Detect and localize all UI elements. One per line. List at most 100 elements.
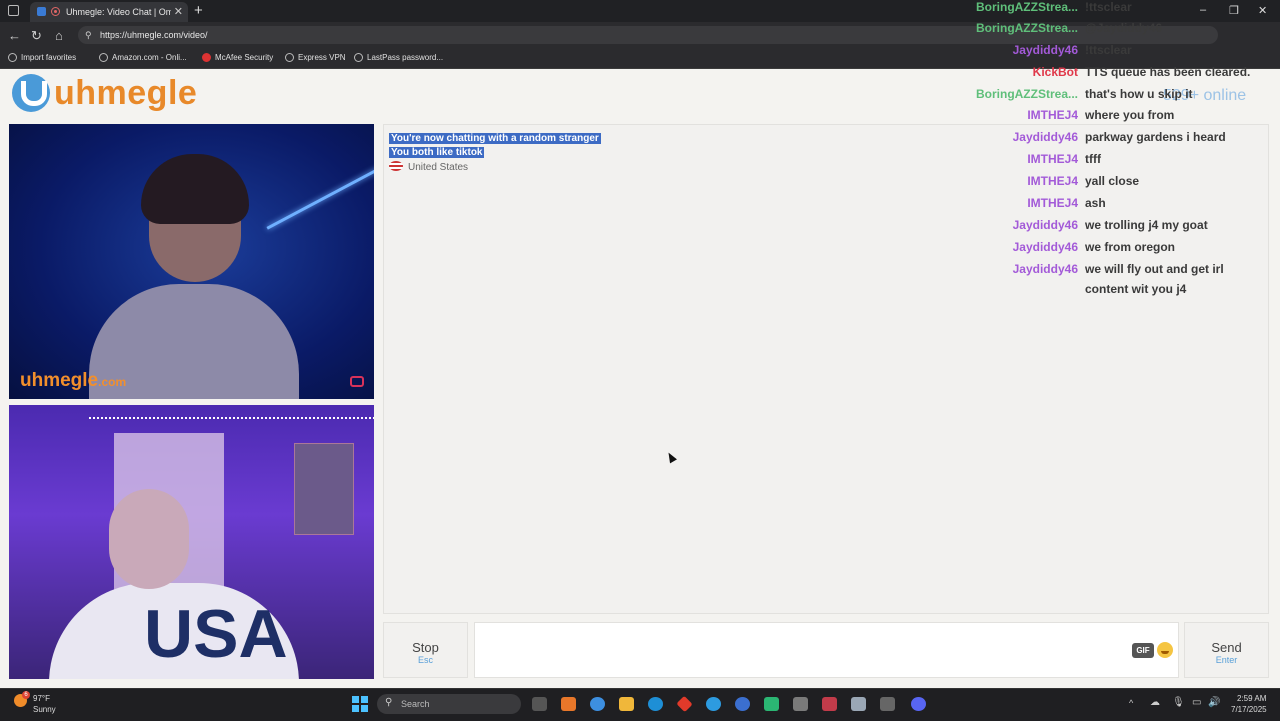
tab-actions-icon[interactable] — [8, 5, 19, 16]
overlay-chat-message: !ttsclear — [1085, 0, 1132, 14]
volume-icon[interactable]: 🔊 — [1208, 697, 1220, 708]
stop-label: Stop — [412, 640, 439, 655]
overlay-chat-message: we trolling j4 my goat — [1085, 218, 1208, 232]
url-text[interactable]: https://uhmegle.com/video/ — [100, 30, 208, 40]
overlay-chat-username: IMTHEJ4 — [1027, 174, 1078, 188]
message-input[interactable] — [474, 622, 1179, 678]
overlay-chat-username: IMTHEJ4 — [1027, 196, 1078, 210]
globe-icon — [99, 53, 108, 62]
taskbar-search[interactable] — [377, 694, 521, 714]
send-shortcut: Enter — [1215, 655, 1238, 665]
import-icon — [8, 53, 17, 62]
close-window-button[interactable]: ✕ — [1258, 4, 1267, 17]
clock-time[interactable]: 2:59 AM — [1237, 694, 1266, 703]
watermark-logo: uhmegle.com — [20, 370, 127, 391]
refresh-icon[interactable]: ↻ — [31, 28, 42, 44]
tab-title: Uhmegle: Video Chat | Omeg — [66, 7, 171, 17]
overlay-chat-message: ash — [1085, 196, 1106, 210]
maximize-button[interactable]: ❐ — [1229, 4, 1239, 17]
chat-log — [383, 124, 1269, 614]
system-message: You both like tiktok — [389, 147, 485, 158]
chevron-up-icon[interactable]: ^ — [1129, 698, 1133, 708]
microphone-icon[interactable]: 🎙 — [1172, 697, 1185, 708]
overlay-chat-username: Jaydiddy46 — [1012, 218, 1078, 232]
stranger-country: United States — [389, 161, 468, 173]
overlay-chat-username: Jaydiddy46 — [1012, 262, 1078, 276]
taskbar — [0, 688, 1280, 721]
site-logo[interactable]: uhmegle — [54, 74, 197, 113]
new-tab-button[interactable]: + — [194, 2, 203, 19]
app-icon[interactable] — [735, 697, 750, 711]
mcafee-icon — [202, 53, 211, 62]
recording-icon — [51, 7, 60, 16]
overlay-chat-message: that's how u skip it — [1085, 87, 1193, 101]
stop-button[interactable]: Stop Esc — [383, 622, 468, 678]
self-video: USA — [9, 405, 374, 679]
overlay-chat-username: Jaydiddy46 — [1012, 240, 1078, 254]
app-icon[interactable] — [880, 697, 895, 711]
favorite-expressvpn[interactable]: Express VPN — [285, 53, 346, 62]
discord-icon[interactable] — [911, 697, 926, 711]
globe-icon — [354, 53, 363, 62]
gif-button[interactable]: GIF — [1132, 643, 1154, 658]
overlay-chat-message: tfff — [1085, 152, 1101, 166]
display-icon[interactable]: ▭ — [1192, 697, 1201, 708]
tab-close-icon[interactable]: ✕ — [174, 5, 183, 18]
emoji-icon[interactable] — [1157, 642, 1173, 658]
taskbar-search-placeholder: Search — [401, 699, 430, 709]
site-favicon-icon — [37, 7, 46, 16]
overlay-chat-username: BoringAZZStrea... — [975, 21, 1078, 35]
send-label: Send — [1211, 640, 1242, 655]
overlay-chat-message: !ttsclear — [1085, 43, 1132, 57]
overlay-chat-message: @Jaydiddy46 — [1085, 21, 1163, 35]
favorite-lastpass[interactable]: LastPass password... — [354, 53, 443, 62]
overlay-chat-username: Jaydiddy46 — [1012, 43, 1078, 57]
uhmegle-logo-icon[interactable] — [12, 74, 50, 112]
task-view-icon[interactable] — [532, 697, 547, 711]
globe-icon — [285, 53, 294, 62]
overlay-chat-message: parkway gardens i heard — [1085, 130, 1226, 144]
overlay-chat-username: BoringAZZStrea... — [975, 0, 1078, 14]
favorite-amazon[interactable]: Amazon.com - Onli... — [99, 53, 187, 62]
edge-icon[interactable] — [648, 697, 663, 711]
weather-temp[interactable]: 97°F — [33, 694, 50, 703]
overlay-chat-username: IMTHEJ4 — [1027, 152, 1078, 166]
tab-uhmegle[interactable]: Uhmegle: Video Chat | Omeg ✕ — [30, 2, 188, 22]
back-icon[interactable]: ← — [8, 28, 21, 43]
weather-badge: 6 — [22, 691, 30, 699]
app-icon[interactable] — [706, 697, 721, 711]
overlay-chat-message: where you from — [1085, 108, 1175, 122]
system-message: You're now chatting with a random strang… — [389, 133, 601, 144]
weather-desc[interactable]: Sunny — [33, 705, 56, 714]
favorite-import[interactable]: Import favorites — [8, 53, 76, 62]
overlay-chat-username: BoringAZZStrea... — [975, 87, 1078, 101]
stranger-video — [9, 124, 374, 399]
site-info-icon[interactable]: ⚲ — [85, 30, 92, 41]
overlay-chat-message: we from oregon — [1085, 240, 1176, 254]
send-button[interactable]: Send Enter — [1184, 622, 1269, 678]
app-icon[interactable] — [793, 697, 808, 711]
overlay-chat-username: KickBot — [1032, 65, 1078, 79]
minimize-button[interactable]: – — [1200, 4, 1206, 16]
favorite-mcafee[interactable]: McAfee Security — [202, 53, 273, 62]
overlay-chat-message: yall close — [1085, 174, 1140, 188]
overlay-chat-message: TTS queue has been cleared. — [1085, 65, 1251, 79]
file-explorer-icon[interactable] — [619, 697, 634, 711]
us-flag-icon — [389, 161, 403, 171]
app-icon[interactable] — [590, 697, 605, 711]
app-icon[interactable] — [851, 697, 866, 711]
app-icon[interactable] — [764, 697, 779, 711]
windows-start-icon[interactable] — [352, 696, 368, 712]
overlay-chat-message: content wit you j4 — [1085, 282, 1187, 296]
overlay-chat-message: we will fly out and get irl — [1085, 262, 1224, 276]
report-flag-icon[interactable] — [350, 376, 364, 387]
app-icon[interactable] — [561, 697, 576, 711]
clock-date[interactable]: 7/17/2025 — [1231, 705, 1267, 714]
overlay-chat-username: IMTHEJ4 — [1027, 108, 1078, 122]
cloud-icon[interactable]: ☁ — [1150, 697, 1160, 708]
home-icon[interactable]: ⌂ — [55, 28, 63, 43]
search-icon: ⚲ — [385, 697, 393, 708]
app-icon[interactable] — [822, 697, 837, 711]
stop-shortcut: Esc — [417, 655, 433, 665]
overlay-chat-username: Jaydiddy46 — [1012, 130, 1078, 144]
